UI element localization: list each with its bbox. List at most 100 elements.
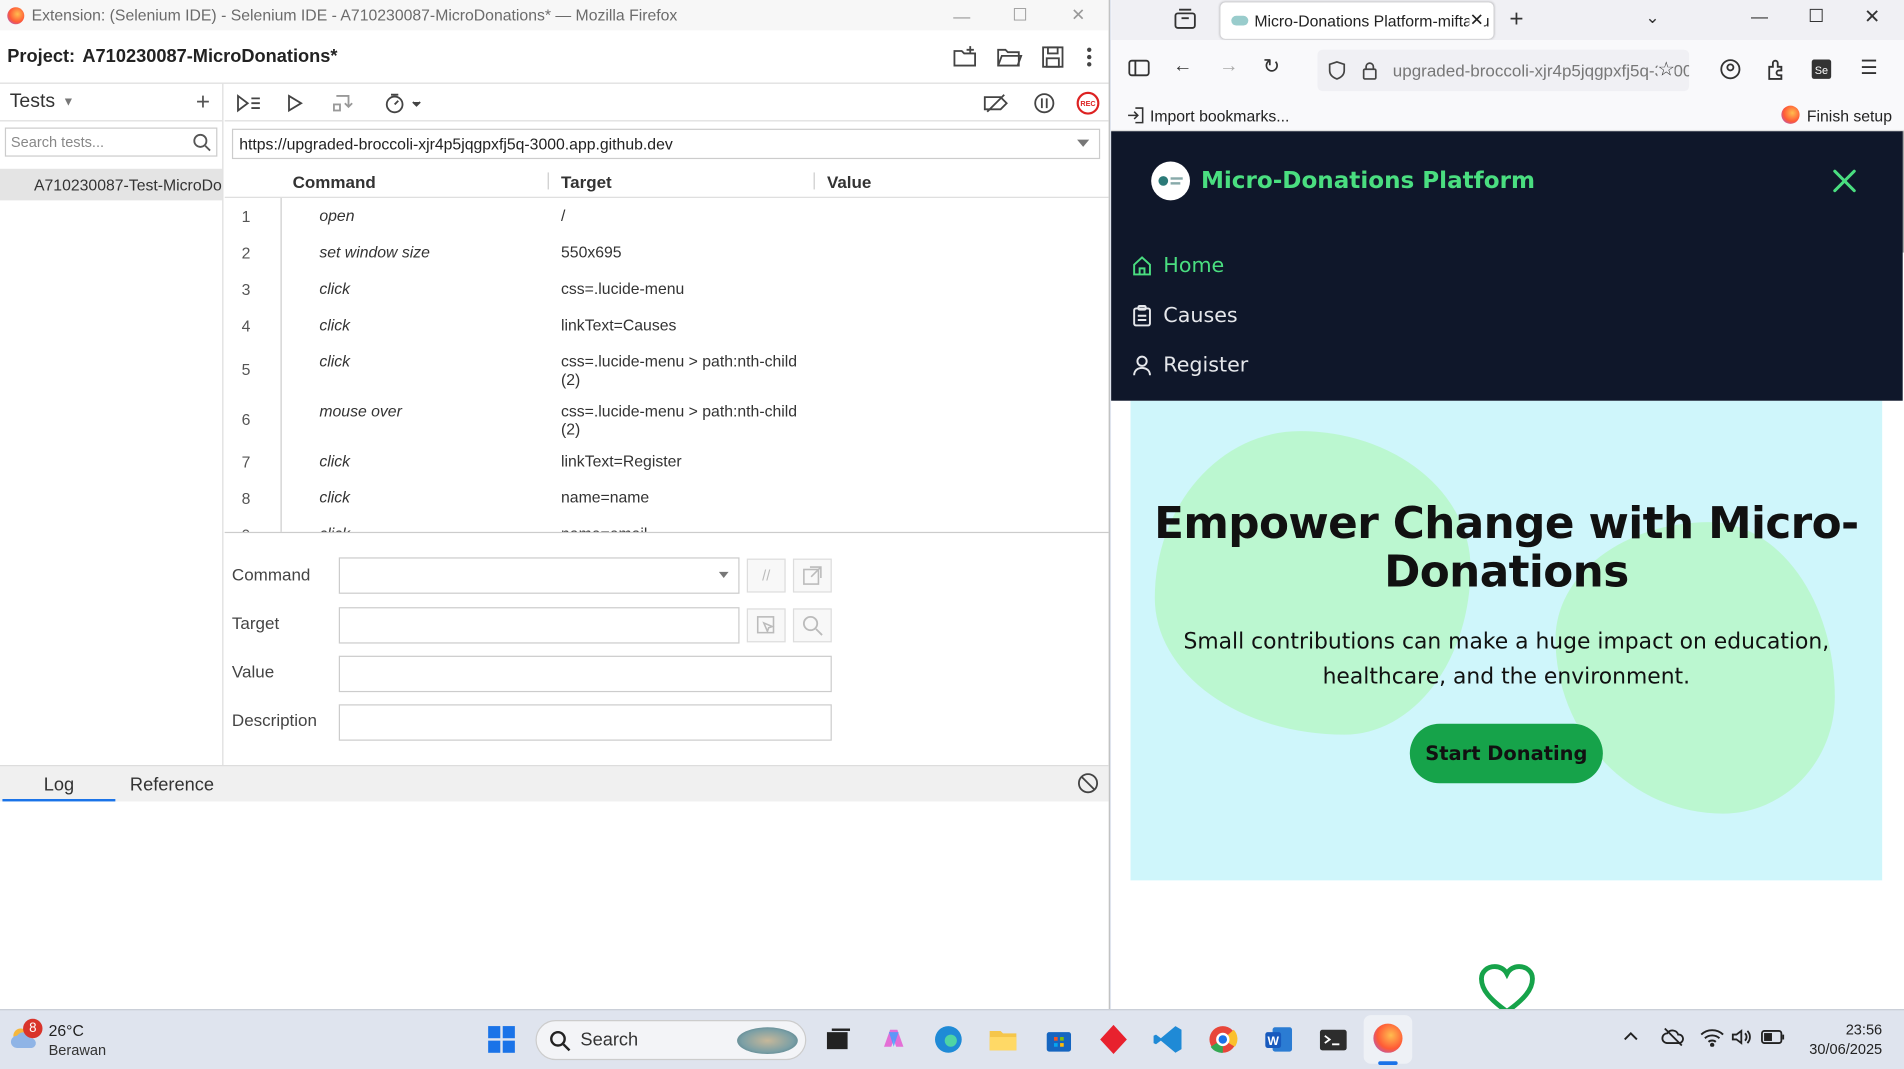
bookmark-star-icon[interactable]: ☆ <box>1657 57 1675 82</box>
forward-icon[interactable]: → <box>1219 56 1238 78</box>
chrome-icon[interactable] <box>1206 1022 1240 1056</box>
row-command: click <box>319 279 351 298</box>
table-row[interactable]: 7 click linkText=Register <box>225 443 1109 479</box>
close-window-button[interactable]: ✕ <box>1864 5 1880 29</box>
close-window-button[interactable]: ✕ <box>1050 0 1106 30</box>
copilot-icon[interactable] <box>877 1022 911 1056</box>
menu-icon[interactable]: ☰ <box>1860 56 1877 80</box>
column-divider[interactable] <box>547 172 549 190</box>
close-menu-icon[interactable] <box>1831 168 1858 195</box>
lock-icon[interactable] <box>1361 61 1378 80</box>
disable-breakpoints-icon[interactable] <box>982 90 1009 117</box>
vscode-icon[interactable] <box>1151 1022 1185 1056</box>
selenium-extension-icon[interactable]: Se <box>1811 58 1833 80</box>
table-row[interactable]: 5 click css=.lucide-menu > path:nth-child … <box>225 344 1109 394</box>
shield-icon[interactable] <box>1327 61 1346 80</box>
battery-icon[interactable] <box>1761 1029 1785 1046</box>
url-bar[interactable]: upgraded-broccoli-xjr4p5jqgpxfj5q-3000.a… <box>1317 49 1690 92</box>
tab-title: Micro-Donations Platform-miftahu <box>1254 11 1490 30</box>
maximize-button[interactable]: ☐ <box>1808 5 1824 27</box>
table-row[interactable]: 3 click css=.lucide-menu <box>225 271 1109 307</box>
minimize-button[interactable]: — <box>934 0 990 30</box>
speed-icon[interactable] <box>383 90 424 117</box>
minimize-button[interactable]: — <box>1751 6 1768 25</box>
add-test-button[interactable]: + <box>196 89 210 117</box>
system-clock[interactable]: 23:56 30/06/2025 <box>1809 1020 1882 1059</box>
firefox-taskbar-icon[interactable] <box>1363 1015 1413 1065</box>
reload-icon[interactable]: ↻ <box>1263 55 1280 79</box>
weather-condition[interactable]: Berawan <box>49 1042 107 1059</box>
chevron-down-icon[interactable] <box>1077 139 1090 147</box>
import-icon[interactable] <box>1127 107 1144 124</box>
open-project-icon[interactable] <box>996 44 1023 71</box>
account-icon[interactable] <box>1719 58 1741 80</box>
task-view-icon[interactable] <box>821 1022 855 1056</box>
record-icon[interactable]: REC <box>1075 90 1102 117</box>
new-project-icon[interactable] <box>952 44 979 71</box>
firefox-view-icon[interactable] <box>1173 8 1197 31</box>
table-row[interactable]: 9 click name=email <box>225 516 1109 532</box>
browser-tab[interactable]: Micro-Donations Platform-miftahu ✕ <box>1220 2 1494 39</box>
project-name[interactable]: A710230087-MicroDonations* <box>82 46 337 67</box>
taskbar-search[interactable]: Search <box>535 1020 807 1061</box>
edge-icon[interactable] <box>931 1022 965 1056</box>
svg-text:Se: Se <box>1815 65 1828 77</box>
app-diamond-icon[interactable] <box>1097 1022 1131 1056</box>
table-row[interactable]: 6 mouse over css=.lucide-menu > path:nth-c… <box>225 393 1109 443</box>
windows-start-icon[interactable] <box>485 1022 519 1056</box>
site-brand[interactable]: Micro-Donations Platform <box>1151 161 1535 201</box>
temperature[interactable]: 26°C <box>49 1021 84 1039</box>
description-input[interactable] <box>338 704 832 741</box>
nav-link-causes[interactable]: Causes <box>1132 304 1238 328</box>
onedrive-offline-icon[interactable] <box>1661 1027 1685 1047</box>
pause-icon[interactable] <box>1031 90 1058 117</box>
save-project-icon[interactable] <box>1039 44 1066 71</box>
nav-link-home[interactable]: Home <box>1132 254 1224 278</box>
table-row[interactable]: 2 set window size 550x695 <box>225 234 1109 270</box>
extensions-icon[interactable] <box>1766 58 1788 80</box>
open-reference-button[interactable] <box>792 558 832 593</box>
tab-log[interactable]: Log <box>44 775 74 796</box>
run-all-tests-icon[interactable] <box>236 90 263 117</box>
maximize-button[interactable]: ☐ <box>992 0 1048 30</box>
find-target-button[interactable] <box>792 608 832 643</box>
volume-icon[interactable] <box>1730 1027 1752 1046</box>
chevron-up-icon[interactable] <box>1622 1030 1639 1042</box>
tests-dropdown[interactable]: Tests <box>10 91 55 113</box>
microsoft-store-icon[interactable] <box>1042 1022 1076 1056</box>
test-item[interactable]: A710230087-Test-MicroDonations <box>0 168 223 201</box>
file-explorer-icon[interactable] <box>986 1022 1020 1056</box>
table-row[interactable]: 1 open / <box>225 198 1109 234</box>
run-test-icon[interactable] <box>282 90 309 117</box>
select-target-button[interactable] <box>746 608 786 643</box>
sidebar-icon[interactable] <box>1128 58 1150 77</box>
more-options-icon[interactable] <box>1076 44 1103 71</box>
clear-log-icon[interactable] <box>1077 772 1099 794</box>
terminal-icon[interactable] <box>1316 1022 1350 1056</box>
chevron-down-icon[interactable]: ▼ <box>62 95 74 108</box>
chevron-down-icon <box>718 571 729 579</box>
back-icon[interactable]: ← <box>1173 56 1192 78</box>
word-icon[interactable]: W <box>1262 1022 1296 1056</box>
nav-link-label: Register <box>1163 353 1249 378</box>
heart-icon <box>1478 963 1536 1010</box>
wifi-icon[interactable] <box>1700 1027 1724 1047</box>
command-select[interactable] <box>338 557 740 594</box>
tab-reference[interactable]: Reference <box>130 775 214 796</box>
comment-button[interactable]: // <box>746 558 786 593</box>
nav-link-register[interactable]: Register <box>1132 353 1249 378</box>
target-input[interactable] <box>338 607 740 644</box>
value-input[interactable] <box>338 655 832 693</box>
table-row[interactable]: 8 click name=name <box>225 480 1109 516</box>
new-tab-button[interactable]: + <box>1509 6 1523 34</box>
start-donating-button[interactable]: Start Donating <box>1409 723 1603 784</box>
column-divider[interactable] <box>813 172 815 190</box>
finish-setup-link[interactable]: Finish setup <box>1807 107 1892 125</box>
search-tests-input[interactable]: Search tests... <box>4 127 218 157</box>
import-bookmarks-link[interactable]: Import bookmarks... <box>1150 107 1289 125</box>
step-over-icon[interactable] <box>330 90 357 117</box>
close-tab-icon[interactable]: ✕ <box>1469 9 1484 31</box>
list-tabs-icon[interactable]: ⌄ <box>1645 7 1659 28</box>
base-url-select[interactable]: https://upgraded-broccoli-xjr4p5jqgpxfj5… <box>231 128 1101 160</box>
table-row[interactable]: 4 click linkText=Causes <box>225 307 1109 343</box>
